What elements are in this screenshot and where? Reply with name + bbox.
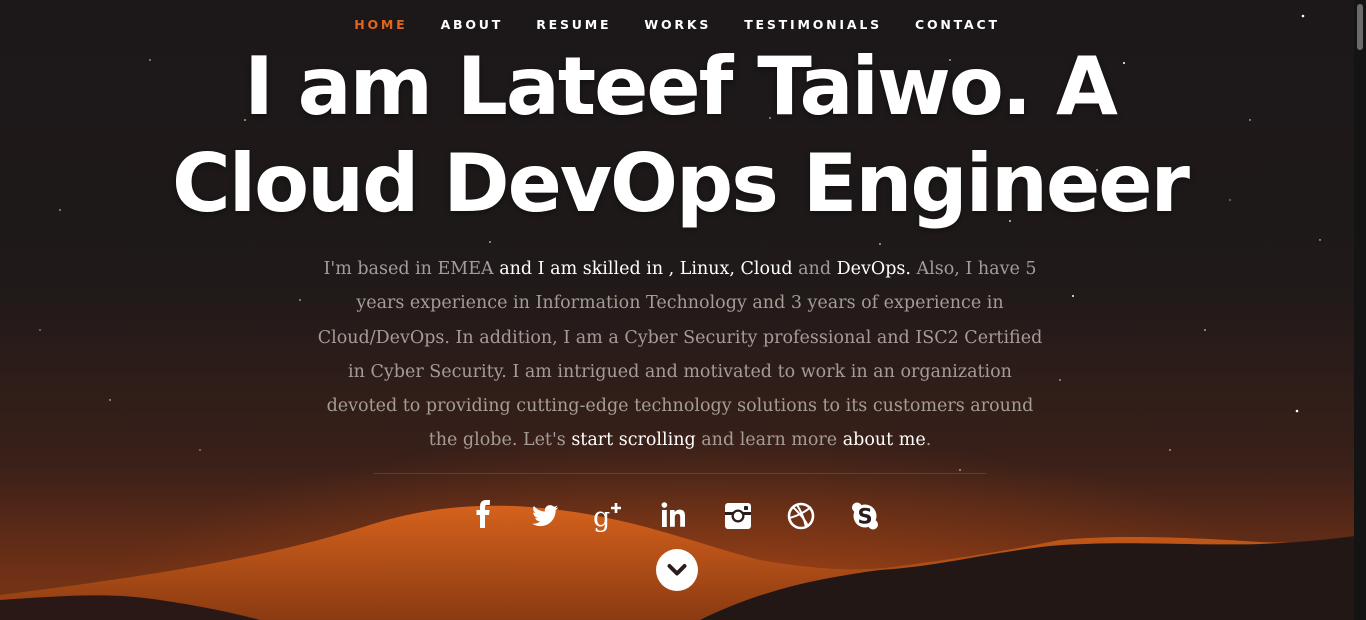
instagram-icon[interactable]: [718, 496, 758, 536]
page-scrollbar[interactable]: [1354, 0, 1366, 620]
nav-about[interactable]: ABOUT: [441, 17, 504, 32]
start-scrolling-link[interactable]: start scrolling: [571, 430, 695, 450]
intro-learn-more: and learn more: [695, 430, 843, 451]
headline-line-2: Cloud DevOps Engineer: [172, 137, 1190, 230]
skype-icon[interactable]: S: [845, 496, 885, 536]
intro-body: Also, I have 5 years experience in Infor…: [317, 259, 1043, 451]
intro-skill-cloud: Cloud: [734, 259, 793, 279]
nav-contact[interactable]: CONTACT: [915, 17, 1000, 32]
chevron-down-icon: [667, 564, 687, 576]
dribbble-icon[interactable]: [781, 496, 821, 536]
intro-skill-devops: DevOps.: [836, 259, 911, 279]
nav-home[interactable]: HOME: [354, 17, 407, 32]
intro-and: and: [792, 259, 837, 279]
svg-text:S: S: [857, 505, 872, 529]
twitter-icon[interactable]: [525, 496, 565, 536]
scroll-down-button[interactable]: [656, 549, 698, 591]
hero-section: HOME ABOUT RESUME WORKS TESTIMONIALS CON…: [0, 0, 1354, 620]
nav-works[interactable]: WORKS: [644, 17, 711, 32]
intro-skills-lead: and I am skilled in ,: [493, 259, 675, 279]
hero-divider: [374, 473, 986, 474]
linkedin-icon[interactable]: [654, 496, 694, 536]
headline-line-1: I am Lateef Taiwo. A: [244, 40, 1118, 133]
intro-paragraph: I'm based in EMEA and I am skilled in , …: [317, 252, 1043, 458]
intro-period: .: [925, 430, 932, 451]
intro-location: I'm based in EMEA: [323, 259, 494, 279]
main-nav: HOME ABOUT RESUME WORKS TESTIMONIALS CON…: [0, 14, 1354, 33]
intro-skill-linux: Linux,: [674, 259, 735, 279]
scrollbar-thumb[interactable]: [1357, 4, 1363, 50]
nav-testimonials[interactable]: TESTIMONIALS: [744, 17, 882, 32]
about-me-link[interactable]: about me: [843, 430, 926, 450]
google-plus-icon[interactable]: g: [589, 496, 629, 536]
facebook-icon[interactable]: [466, 496, 506, 536]
nav-resume[interactable]: RESUME: [536, 17, 611, 32]
svg-text:g: g: [593, 502, 610, 533]
hero-headline: I am Lateef Taiwo. A Cloud DevOps Engine…: [0, 38, 1354, 232]
social-links: g S: [454, 496, 894, 536]
